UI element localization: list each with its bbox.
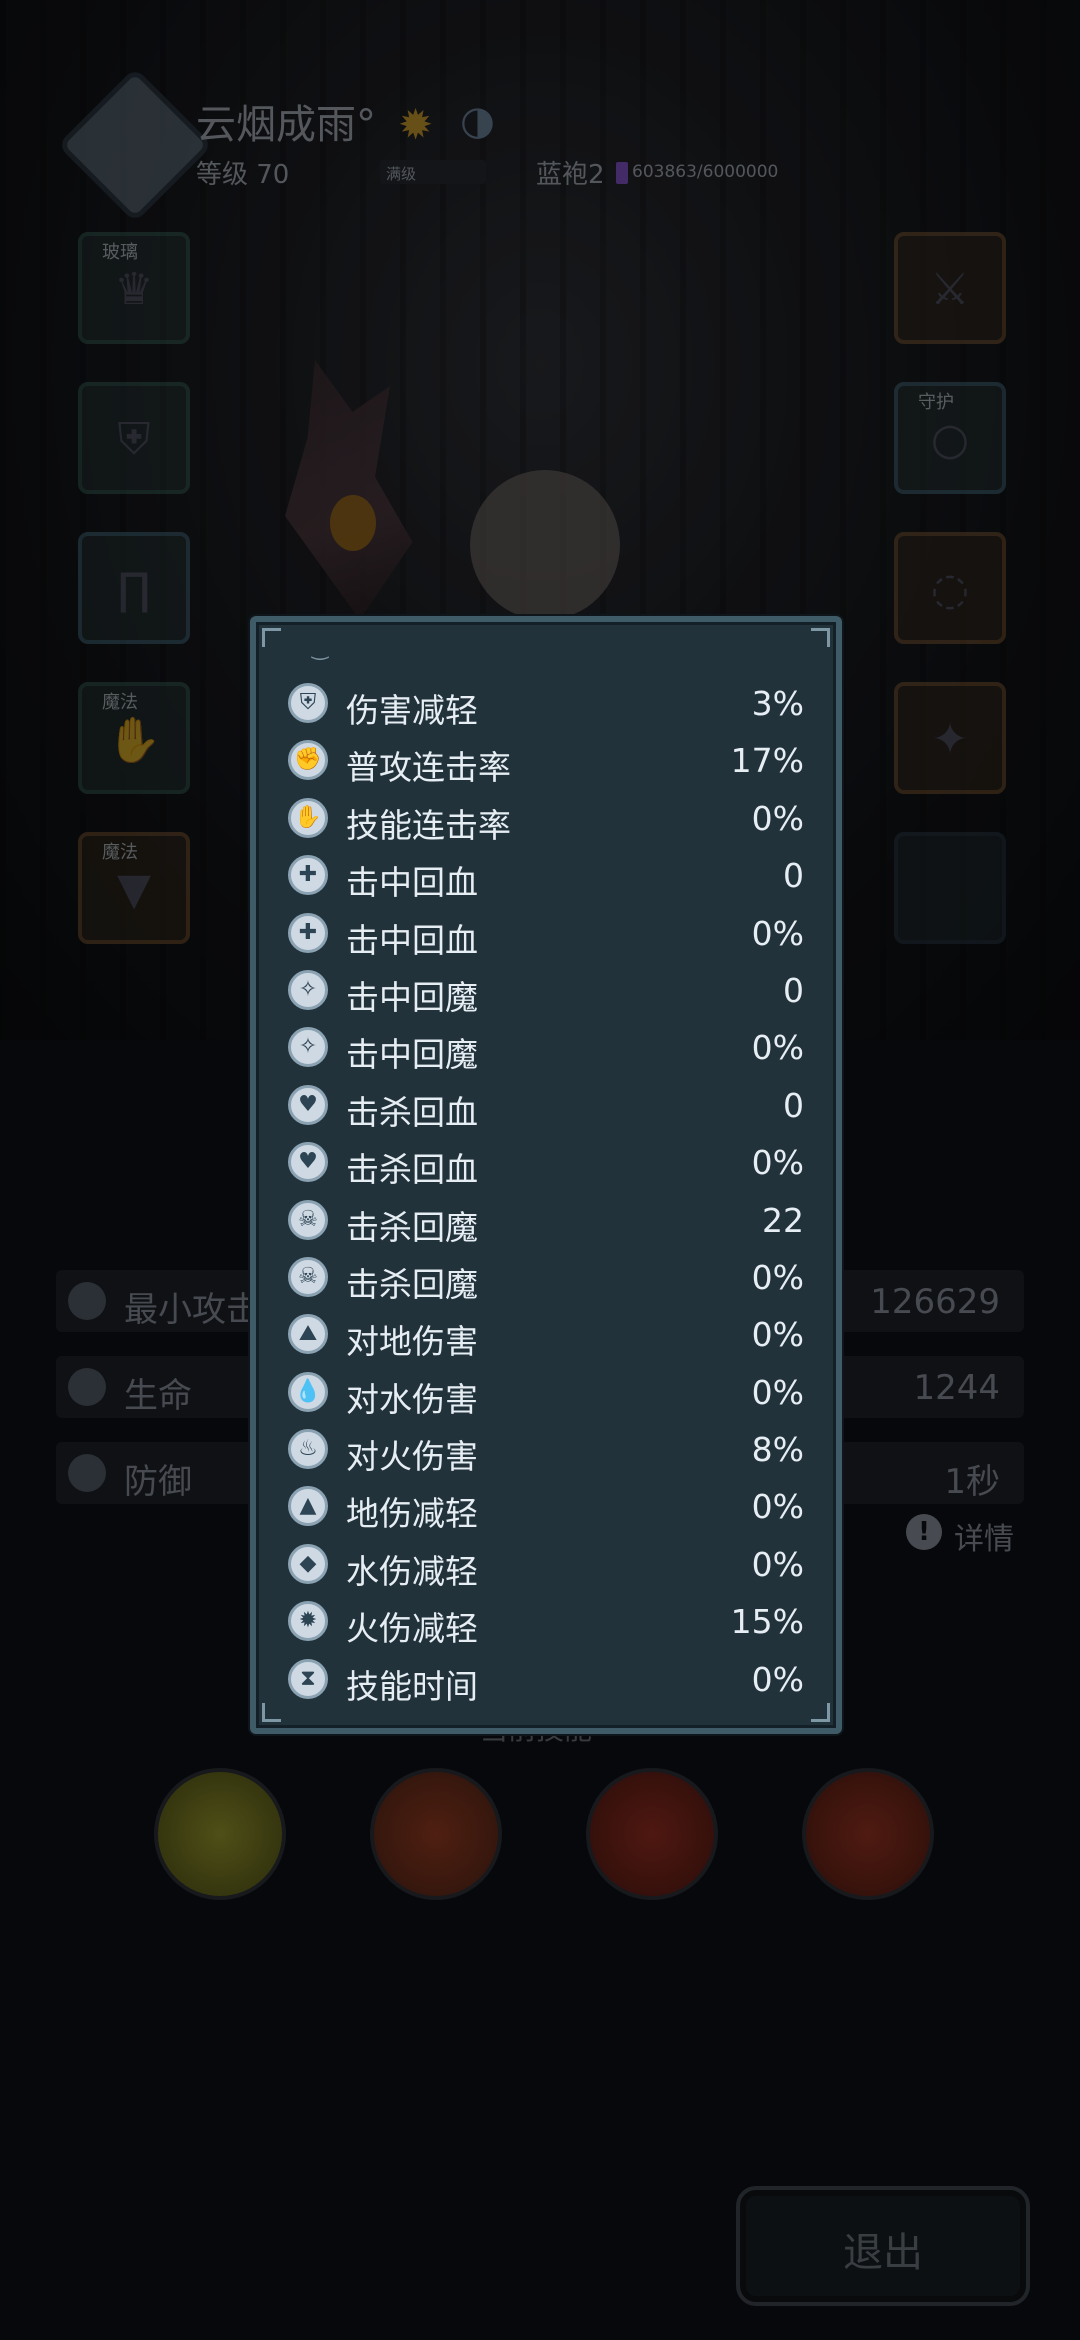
attribute-row: 💧 对水伤害 0% — [288, 1363, 804, 1420]
panel-corner — [811, 1703, 830, 1722]
attribute-label: 对水伤害 — [346, 1379, 478, 1419]
attribute-row: ✧ 击中回魔 0% — [288, 1018, 804, 1075]
attribute-label: 水伤减轻 — [346, 1551, 478, 1591]
attribute-row: ✋ 技能连击率 0% — [288, 789, 804, 846]
attribute-label: 击中回血 — [346, 863, 478, 903]
attribute-label: 对火伤害 — [346, 1437, 478, 1477]
attribute-row: ⧗ 技能时间 0% — [288, 1650, 804, 1707]
skill-combo-icon: ✋ — [288, 797, 328, 838]
earth-icon: ⛰ — [288, 1314, 328, 1355]
attribute-panel: ‿ ⛨ 伤害减轻 3% ✊ 普攻连击率 17% ✋ 技能连击率 0% ✚ 击中回血 0 ✚ 击中回血 0% ✧… — [250, 616, 842, 1734]
attribute-row: ⛨ 伤害减轻 3% — [288, 674, 804, 731]
attribute-value: 0% — [751, 1315, 804, 1355]
attribute-row: ♥ 击杀回血 0 — [288, 1076, 804, 1133]
attribute-row: ✹ 火伤减轻 15% — [288, 1592, 804, 1649]
attribute-label: 伤害减轻 — [346, 691, 478, 730]
panel-corner — [262, 1703, 281, 1722]
panel-corner — [262, 628, 281, 647]
attribute-label: 击杀回魔 — [346, 1264, 478, 1304]
attribute-row: ♥ 击杀回血 0% — [288, 1133, 804, 1190]
attribute-value: 0% — [751, 1143, 804, 1183]
fire-icon: ♨ — [288, 1429, 328, 1470]
water-shield-icon: ◆ — [288, 1543, 328, 1584]
kill-mana-icon: ☠ — [288, 1256, 328, 1297]
attribute-value: 0% — [751, 1372, 804, 1412]
attribute-label: 击中回魔 — [346, 977, 478, 1017]
kill-heal-icon: ♥ — [288, 1142, 328, 1183]
attribute-row: ☠ 击杀回魔 0% — [288, 1248, 804, 1305]
hit-mana-icon: ✧ — [288, 969, 328, 1010]
attribute-value: 8% — [751, 1430, 804, 1470]
attribute-value: 0 — [783, 856, 804, 896]
attribute-label: 地伤减轻 — [346, 1494, 478, 1534]
attribute-value: 0 — [783, 970, 804, 1010]
attribute-row: ◆ 水伤减轻 0% — [288, 1535, 804, 1592]
hit-heal-icon: ✚ — [288, 912, 328, 953]
attribute-row: ♨ 对火伤害 8% — [288, 1420, 804, 1477]
attribute-row: ⛰ 对地伤害 0% — [288, 1305, 804, 1362]
attribute-row: ▲ 地伤减轻 0% — [288, 1477, 804, 1534]
armor-reduce-icon: ⛨ — [288, 683, 328, 723]
attribute-value: 0% — [751, 1659, 804, 1699]
attribute-value: 15% — [730, 1602, 804, 1642]
attribute-row: ✚ 击中回血 0 — [288, 846, 804, 903]
combo-icon: ✊ — [288, 740, 328, 781]
attribute-label: 击杀回血 — [346, 1092, 478, 1132]
attribute-label: 技能连击率 — [346, 805, 511, 845]
attribute-value: 0% — [751, 798, 804, 838]
attribute-label: 击杀回血 — [346, 1150, 478, 1190]
attribute-row: ☠ 击杀回魔 22 — [288, 1191, 804, 1248]
attribute-label: 技能时间 — [346, 1666, 478, 1706]
attribute-value: 0% — [751, 913, 804, 953]
hourglass-icon: ⧗ — [288, 1658, 328, 1699]
attribute-value: 17% — [730, 741, 804, 781]
attribute-value: 0% — [751, 1487, 804, 1527]
attribute-label: 击中回血 — [346, 920, 478, 960]
attribute-value: 0% — [751, 1544, 804, 1584]
attribute-label: 击杀回魔 — [346, 1207, 478, 1247]
attribute-value: 0% — [751, 1028, 804, 1068]
attribute-row: ✚ 击中回血 0% — [288, 904, 804, 961]
attribute-list[interactable]: ⛨ 伤害减轻 3% ✊ 普攻连击率 17% ✋ 技能连击率 0% ✚ 击中回血 0 ✚ 击中回血 0% ✧ 击中… — [288, 674, 804, 1707]
kill-heal-icon: ♥ — [288, 1084, 328, 1125]
attribute-value: 3% — [751, 684, 804, 723]
scroll-indicator: ‿ — [312, 636, 329, 660]
attribute-label: 火伤减轻 — [346, 1609, 478, 1649]
kill-mana-icon: ☠ — [288, 1199, 328, 1240]
water-icon: 💧 — [288, 1371, 328, 1412]
attribute-label: 击中回魔 — [346, 1035, 478, 1075]
hit-heal-icon: ✚ — [288, 855, 328, 896]
earth-shield-icon: ▲ — [288, 1486, 328, 1527]
panel-corner — [811, 628, 830, 647]
hit-mana-icon: ✧ — [288, 1027, 328, 1068]
attribute-value: 22 — [762, 1200, 804, 1240]
attribute-row: ✧ 击中回魔 0 — [288, 961, 804, 1018]
attribute-row: ✊ 普攻连击率 17% — [288, 731, 804, 788]
fire-shield-icon: ✹ — [288, 1601, 328, 1642]
attribute-value: 0% — [751, 1257, 804, 1297]
attribute-label: 普攻连击率 — [346, 748, 511, 788]
attribute-label: 对地伤害 — [346, 1322, 478, 1362]
attribute-value: 0 — [783, 1085, 804, 1125]
